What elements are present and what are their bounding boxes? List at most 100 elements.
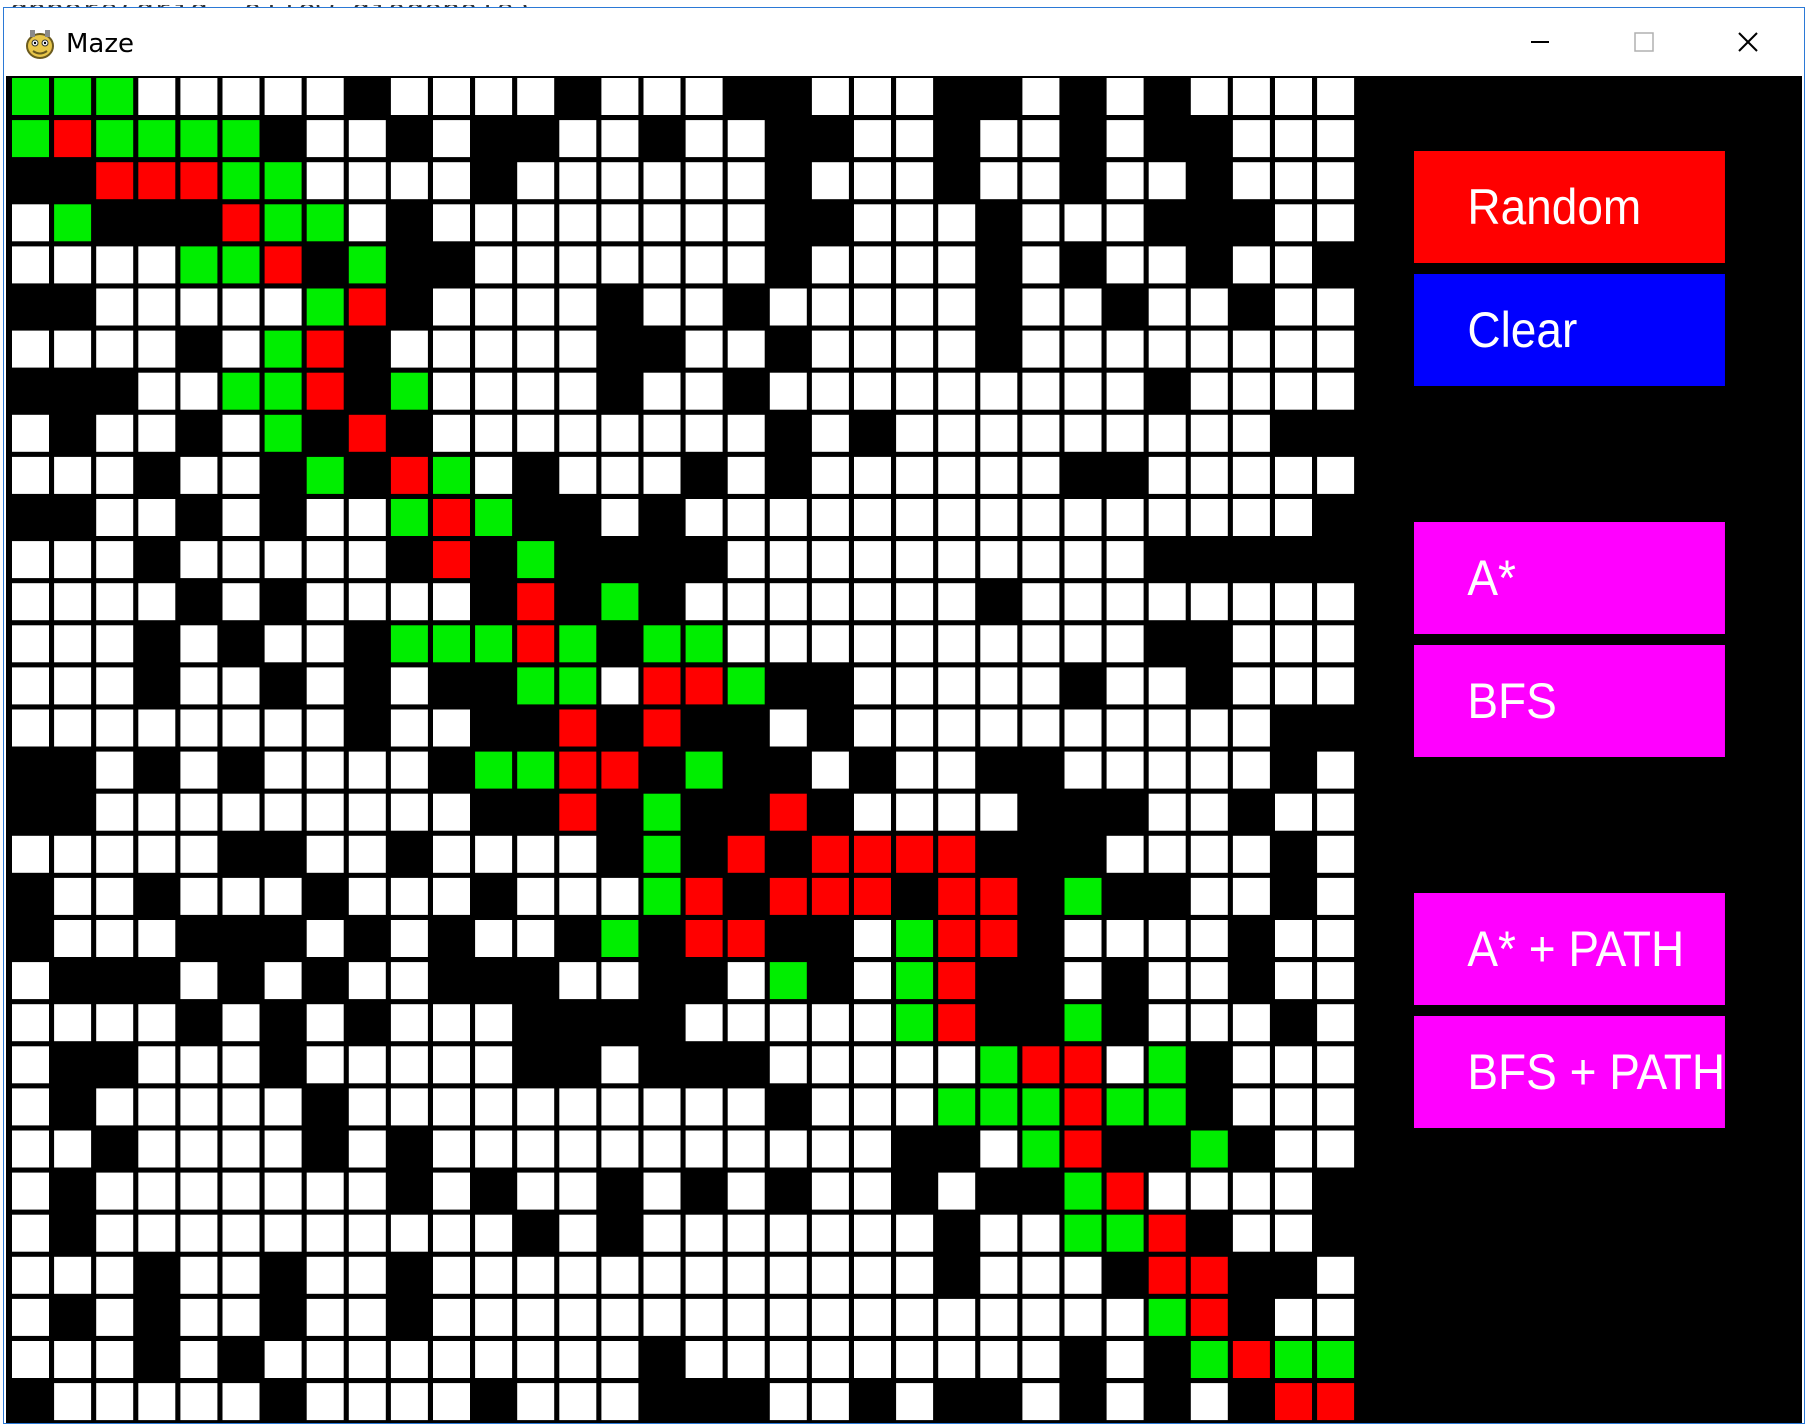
open-cell[interactable]	[1190, 330, 1228, 368]
visited-cell[interactable]	[222, 120, 260, 158]
open-cell[interactable]	[1232, 583, 1270, 621]
open-cell[interactable]	[811, 1298, 849, 1336]
open-cell[interactable]	[811, 1130, 849, 1168]
open-cell[interactable]	[896, 667, 934, 705]
open-cell[interactable]	[559, 1088, 597, 1126]
open-cell[interactable]	[96, 583, 134, 621]
open-cell[interactable]	[1190, 372, 1228, 410]
open-cell[interactable]	[980, 1130, 1018, 1168]
visited-cell[interactable]	[601, 920, 639, 957]
open-cell[interactable]	[306, 1383, 344, 1421]
open-cell[interactable]	[180, 667, 218, 705]
open-cell[interactable]	[1022, 372, 1060, 410]
open-cell[interactable]	[854, 204, 891, 242]
open-cell[interactable]	[1275, 204, 1312, 242]
open-cell[interactable]	[306, 625, 344, 663]
visited-cell[interactable]	[1148, 1046, 1186, 1084]
open-cell[interactable]	[1317, 877, 1355, 915]
open-cell[interactable]	[433, 414, 470, 452]
visited-cell[interactable]	[348, 246, 386, 284]
open-cell[interactable]	[601, 204, 639, 242]
open-cell[interactable]	[811, 1046, 849, 1084]
open-cell[interactable]	[180, 541, 218, 579]
open-cell[interactable]	[727, 1004, 765, 1042]
open-cell[interactable]	[12, 667, 49, 705]
open-cell[interactable]	[306, 793, 344, 831]
open-cell[interactable]	[1148, 583, 1186, 621]
open-cell[interactable]	[1064, 962, 1102, 1000]
open-cell[interactable]	[96, 246, 134, 284]
open-cell[interactable]	[1064, 583, 1102, 621]
open-cell[interactable]	[938, 372, 976, 410]
open-cell[interactable]	[433, 162, 470, 200]
open-cell[interactable]	[727, 120, 765, 158]
open-cell[interactable]	[222, 1172, 260, 1210]
open-cell[interactable]	[306, 1046, 344, 1084]
open-cell[interactable]	[811, 1341, 849, 1378]
open-cell[interactable]	[1148, 162, 1186, 200]
open-cell[interactable]	[433, 120, 470, 158]
open-cell[interactable]	[896, 288, 934, 326]
open-cell[interactable]	[1232, 499, 1270, 536]
open-cell[interactable]	[727, 625, 765, 663]
open-cell[interactable]	[433, 1298, 470, 1336]
open-cell[interactable]	[1022, 625, 1060, 663]
open-cell[interactable]	[854, 372, 891, 410]
open-cell[interactable]	[180, 78, 218, 115]
astar-path-button[interactable]: A* + PATH	[1414, 893, 1725, 1005]
open-cell[interactable]	[1106, 1383, 1144, 1421]
path-cell[interactable]	[348, 414, 386, 452]
open-cell[interactable]	[1106, 751, 1144, 789]
open-cell[interactable]	[96, 330, 134, 368]
open-cell[interactable]	[559, 1383, 597, 1421]
visited-cell[interactable]	[264, 330, 302, 368]
open-cell[interactable]	[1064, 330, 1102, 368]
open-cell[interactable]	[138, 1004, 176, 1042]
open-cell[interactable]	[685, 1341, 723, 1378]
visited-cell[interactable]	[475, 751, 513, 789]
open-cell[interactable]	[854, 920, 891, 957]
visited-cell[interactable]	[727, 667, 765, 705]
visited-cell[interactable]	[180, 246, 218, 284]
open-cell[interactable]	[896, 246, 934, 284]
open-cell[interactable]	[1317, 120, 1355, 158]
open-cell[interactable]	[643, 456, 681, 494]
open-cell[interactable]	[433, 372, 470, 410]
open-cell[interactable]	[433, 1383, 470, 1421]
open-cell[interactable]	[348, 1130, 386, 1168]
open-cell[interactable]	[433, 1046, 470, 1084]
visited-cell[interactable]	[390, 625, 428, 663]
open-cell[interactable]	[727, 330, 765, 368]
open-cell[interactable]	[938, 751, 976, 789]
open-cell[interactable]	[727, 1172, 765, 1210]
open-cell[interactable]	[1275, 625, 1312, 663]
open-cell[interactable]	[1317, 1046, 1355, 1084]
open-cell[interactable]	[12, 835, 49, 873]
open-cell[interactable]	[727, 1130, 765, 1168]
open-cell[interactable]	[12, 583, 49, 621]
open-cell[interactable]	[348, 1172, 386, 1210]
open-cell[interactable]	[390, 709, 428, 747]
visited-cell[interactable]	[1190, 1341, 1228, 1378]
open-cell[interactable]	[559, 877, 597, 915]
open-cell[interactable]	[1317, 962, 1355, 1000]
open-cell[interactable]	[1232, 456, 1270, 494]
open-cell[interactable]	[601, 1298, 639, 1336]
open-cell[interactable]	[517, 835, 555, 873]
open-cell[interactable]	[1275, 962, 1312, 1000]
open-cell[interactable]	[1190, 456, 1228, 494]
open-cell[interactable]	[348, 541, 386, 579]
open-cell[interactable]	[433, 793, 470, 831]
open-cell[interactable]	[1232, 1214, 1270, 1252]
open-cell[interactable]	[138, 78, 176, 115]
open-cell[interactable]	[1317, 1004, 1355, 1042]
open-cell[interactable]	[854, 962, 891, 1000]
open-cell[interactable]	[433, 1088, 470, 1126]
open-cell[interactable]	[517, 162, 555, 200]
open-cell[interactable]	[1022, 330, 1060, 368]
open-cell[interactable]	[1275, 1046, 1312, 1084]
open-cell[interactable]	[685, 288, 723, 326]
open-cell[interactable]	[138, 1130, 176, 1168]
open-cell[interactable]	[601, 414, 639, 452]
open-cell[interactable]	[896, 1214, 934, 1252]
